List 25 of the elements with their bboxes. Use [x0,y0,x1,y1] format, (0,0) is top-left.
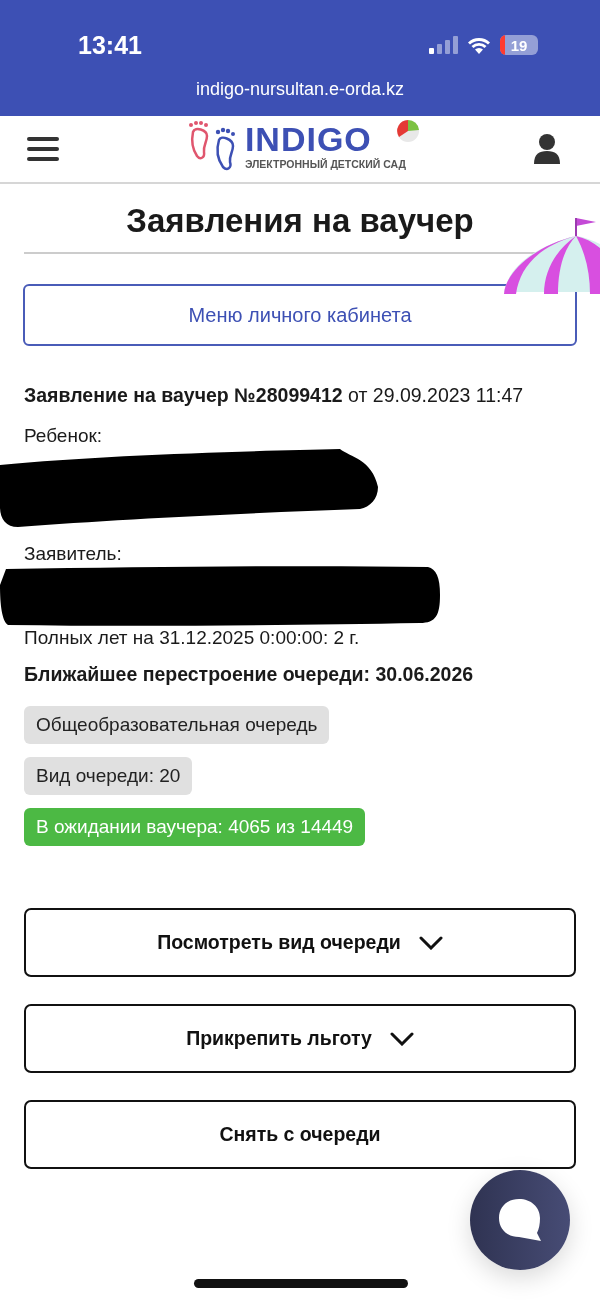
status-time: 13:41 [78,30,142,60]
age-text: Полных лет на 31.12.2025 0:00:00: 2 г. [24,627,361,649]
account-menu-button[interactable]: Меню личного кабинета [23,284,577,346]
child-label: Ребенок: [24,425,104,447]
chat-bubble-icon [497,1197,543,1243]
application-heading: Заявление на ваучер №28099412 от 29.09.2023 11:47 [24,383,525,408]
status-tag: В ожидании ваучера: 4065 из 14449 [24,808,366,846]
battery-indicator: 19 [500,35,538,55]
dropdown-button[interactable]: Посмотреть вид очереди [24,908,576,977]
signal-icon [428,35,458,55]
page-title: Заявления на ваучер [24,202,576,254]
wifi-icon [466,35,492,55]
applicant-label: Заявитель: [24,543,123,565]
url-text[interactable]: indigo-nursultan.e-orda.kz [0,79,600,100]
user-icon[interactable] [534,133,560,165]
queue-rebuild-date: Ближайшее перестроение очереди: 30.06.2026 [24,663,475,686]
status-tag: Вид очереди: 20 [24,757,193,795]
menu-icon[interactable] [27,136,59,162]
action-button[interactable]: Снять с очереди [24,1100,576,1169]
logo-subtitle: ЭЛЕКТРОННЫЙ ДЕТСКИЙ САД [244,158,407,170]
logo-title: INDIGO [244,122,373,156]
chevron-down-icon [418,935,443,950]
status-tag: Общеобразовательная очередь [24,706,330,744]
chevron-down-icon [389,1031,414,1046]
dropdown-button[interactable]: Прикрепить льготу [24,1004,576,1073]
